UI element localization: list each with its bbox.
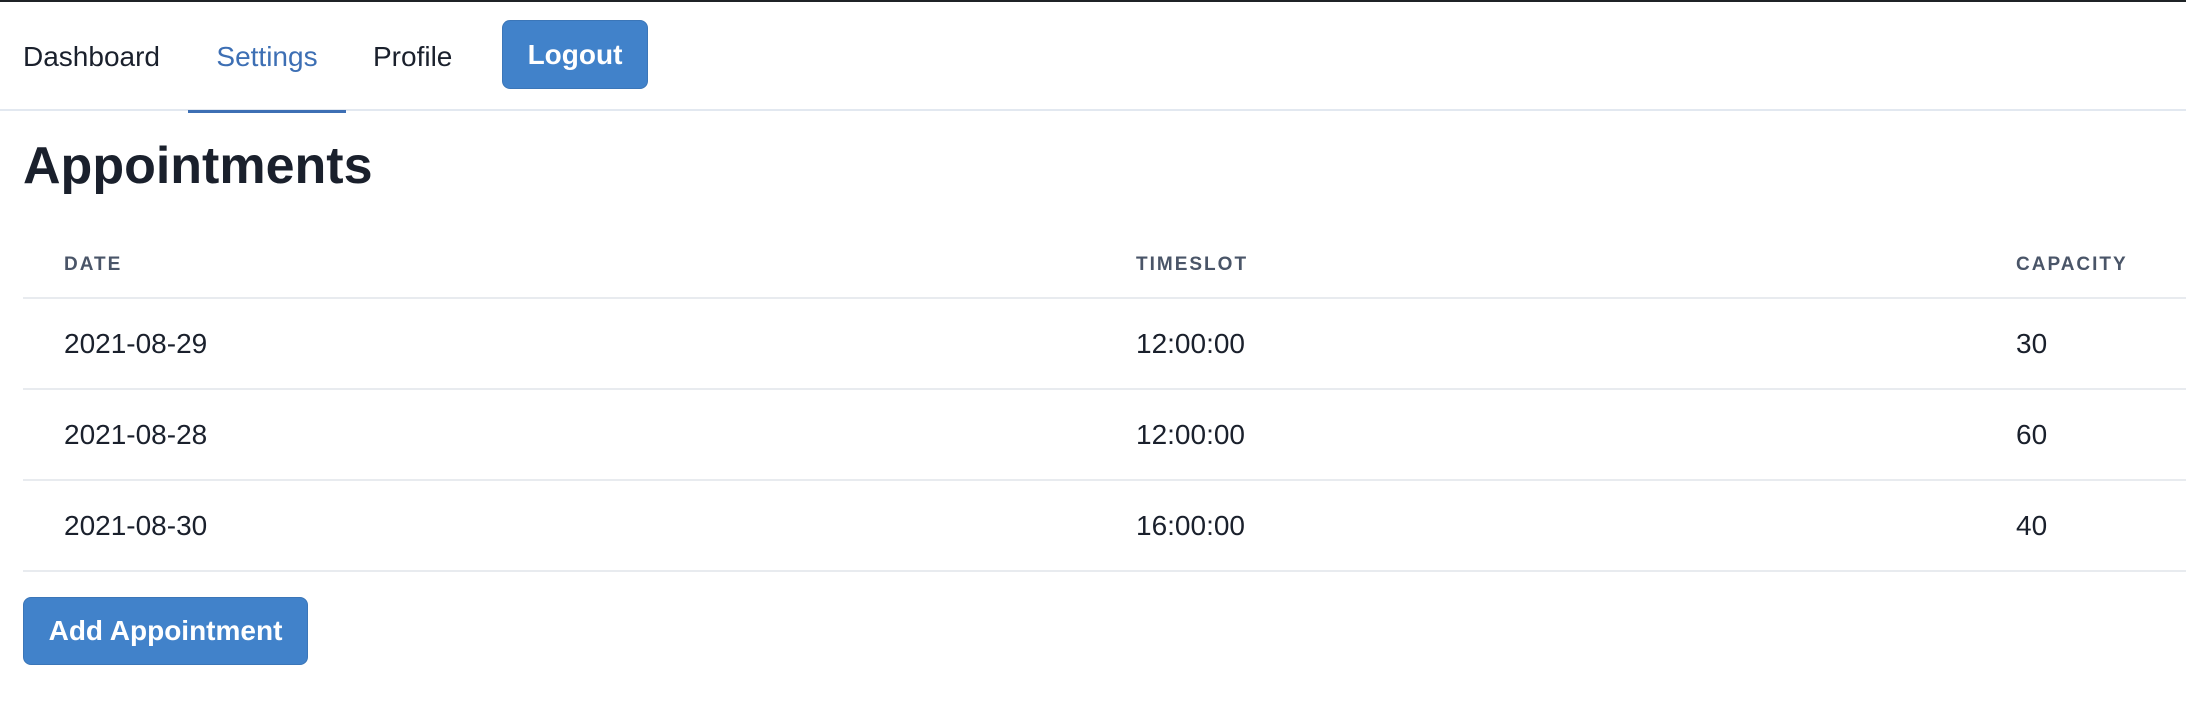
cell-date: 2021-08-29	[64, 327, 208, 359]
table-header-row: DATE TIMESLOT CAPACITY	[23, 232, 2186, 299]
active-tab-indicator	[188, 110, 346, 113]
cell-timeslot: 16:00:00	[1136, 509, 1245, 541]
column-header-timeslot: TIMESLOT	[1136, 253, 1249, 275]
nav-tab-dashboard[interactable]: Dashboard	[23, 2, 160, 111]
cell-date: 2021-08-30	[64, 509, 208, 541]
table-row: 2021-08-30 16:00:00 40	[23, 481, 2186, 572]
nav-tab-label: Dashboard	[23, 40, 160, 72]
add-appointment-button[interactable]: Add Appointment	[23, 597, 308, 665]
top-navigation: Dashboard Settings Profile Logout	[0, 2, 2186, 113]
column-header-date: DATE	[64, 253, 123, 275]
nav-tab-label: Settings	[216, 40, 318, 72]
cell-timeslot: 12:00:00	[1136, 327, 1245, 359]
cell-date: 2021-08-28	[64, 418, 208, 450]
logout-button[interactable]: Logout	[502, 20, 648, 89]
page-title: Appointments	[23, 137, 373, 195]
nav-tab-settings[interactable]: Settings	[188, 2, 346, 113]
cell-capacity: 30	[2016, 327, 2048, 359]
appointments-table: DATE TIMESLOT CAPACITY 2021-08-29 12:00:…	[23, 232, 2186, 572]
table-row: 2021-08-29 12:00:00 30	[23, 299, 2186, 390]
nav-tab-profile[interactable]: Profile	[373, 2, 452, 111]
cell-capacity: 60	[2016, 418, 2048, 450]
nav-tab-label: Profile	[373, 40, 453, 72]
cell-capacity: 40	[2016, 509, 2048, 541]
cell-timeslot: 12:00:00	[1136, 418, 1245, 450]
table-row: 2021-08-28 12:00:00 60	[23, 390, 2186, 481]
column-header-capacity: CAPACITY	[2016, 253, 2128, 275]
